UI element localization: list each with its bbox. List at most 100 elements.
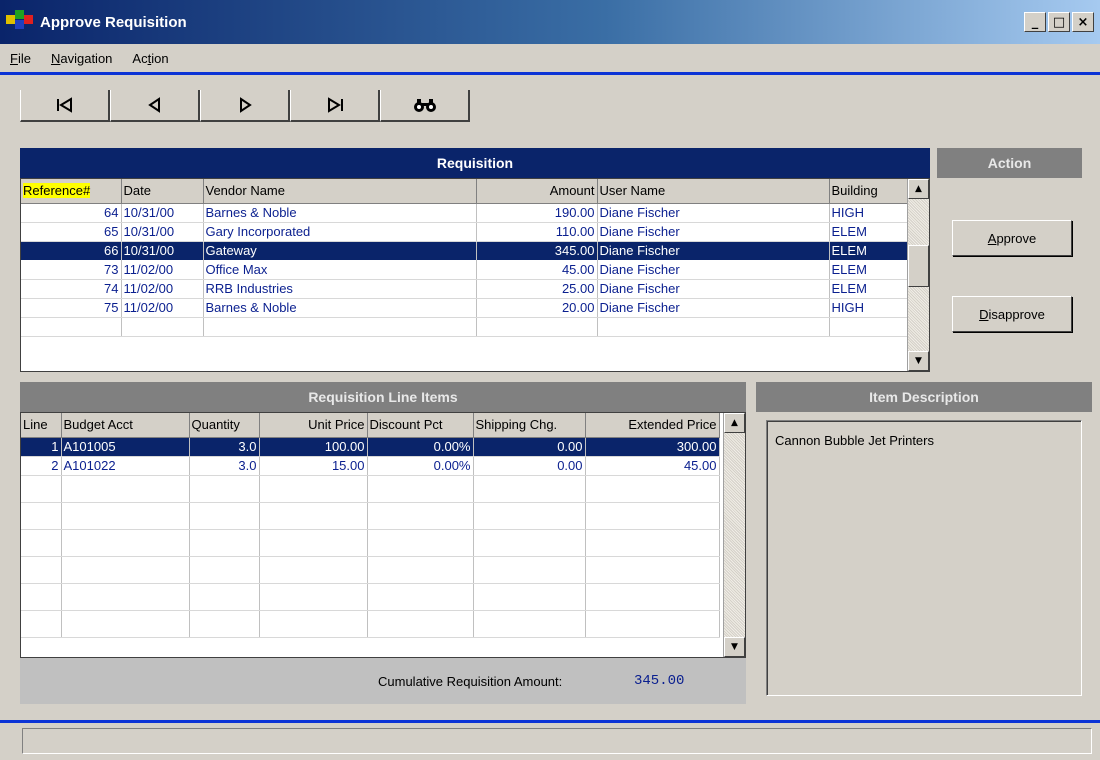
cell-vendor: RRB Industries <box>203 279 477 299</box>
column-header-user-name[interactable]: User Name <box>597 179 830 204</box>
cell-amount: 190.00 <box>476 203 598 223</box>
cell-budget-acct: A101022 <box>61 456 190 476</box>
action-header: Action <box>937 148 1082 178</box>
cell-date: 10/31/00 <box>121 203 204 223</box>
menu-action[interactable]: Action <box>132 51 168 66</box>
column-header-budget-acct[interactable]: Budget Acct <box>61 413 190 438</box>
line-items-grid: Line Budget Acct Quantity Unit Price Dis… <box>20 412 746 658</box>
cell-reference: 74 <box>21 279 122 299</box>
scroll-down-arrow-icon[interactable]: ▼ <box>908 351 929 371</box>
scroll-up-arrow-icon[interactable]: ▲ <box>908 179 929 199</box>
status-bar <box>22 728 1092 754</box>
cell-extended-price: 300.00 <box>585 437 720 457</box>
column-header-amount[interactable]: Amount <box>476 179 598 204</box>
cell-vendor: Office Max <box>203 260 477 280</box>
approve-button[interactable]: Approve <box>952 220 1072 256</box>
cell-user: Diane Fischer <box>597 298 830 318</box>
cell-building: ELEM <box>829 240 910 261</box>
requisition-row[interactable]: 74 11/02/00 RRB Industries 25.00 Diane F… <box>21 279 910 299</box>
item-description-header: Item Description <box>756 382 1092 412</box>
app-icon <box>4 7 34 37</box>
scroll-down-arrow-icon[interactable]: ▼ <box>724 637 745 657</box>
requisition-row[interactable]: 75 11/02/00 Barnes & Noble 20.00 Diane F… <box>21 298 910 318</box>
line-items-scrollbar[interactable]: ▲ ▼ <box>723 413 745 657</box>
column-header-shipping-chg[interactable]: Shipping Chg. <box>473 413 586 438</box>
column-header-reference[interactable]: Reference# <box>21 179 122 204</box>
next-record-button[interactable] <box>200 90 290 122</box>
cell-line: 1 <box>21 437 62 457</box>
cell-extended-price: 45.00 <box>585 456 720 476</box>
first-record-button[interactable] <box>20 90 110 122</box>
column-header-vendor-name[interactable]: Vendor Name <box>203 179 477 204</box>
cumulative-label: Cumulative Requisition Amount: <box>378 674 563 689</box>
cell-shipping-chg: 0.00 <box>473 456 586 476</box>
approve-requisition-window: Approve Requisition _ □ × File Navigatio… <box>0 0 1100 760</box>
line-items-header: Requisition Line Items <box>20 382 746 412</box>
disapprove-button[interactable]: Disapprove <box>952 296 1072 332</box>
requisition-grid: Reference# Date Vendor Name Amount User … <box>20 178 930 372</box>
line-item-row[interactable]: 2 A101022 3.0 15.00 0.00% 0.00 45.00 <box>21 456 720 476</box>
cell-building: ELEM <box>829 222 910 242</box>
column-header-building[interactable]: Building <box>829 179 910 204</box>
cell-user: Diane Fischer <box>597 279 830 299</box>
line-item-row-empty <box>21 502 720 530</box>
cell-user: Diane Fischer <box>597 222 830 242</box>
menu-file[interactable]: File <box>10 51 31 66</box>
last-record-button[interactable] <box>290 90 380 122</box>
line-item-row-empty <box>21 556 720 584</box>
requisition-row[interactable]: 64 10/31/00 Barnes & Noble 190.00 Diane … <box>21 203 910 223</box>
cumulative-value: 345.00 <box>634 673 685 689</box>
cell-building: HIGH <box>829 203 910 223</box>
column-header-extended-price[interactable]: Extended Price <box>585 413 720 438</box>
line-item-row-empty <box>21 583 720 611</box>
previous-record-button[interactable] <box>110 90 200 122</box>
minimize-button[interactable]: _ <box>1024 12 1046 32</box>
menu-navigation[interactable]: Navigation <box>51 51 112 66</box>
cell-vendor: Gateway <box>203 240 477 261</box>
column-header-discount-pct[interactable]: Discount Pct <box>367 413 474 438</box>
scroll-thumb[interactable] <box>908 245 929 287</box>
cell-building: ELEM <box>829 260 910 280</box>
window-title: Approve Requisition <box>40 13 187 31</box>
previous-record-icon <box>147 97 160 113</box>
cell-shipping-chg: 0.00 <box>473 437 586 457</box>
requisition-row[interactable]: 73 11/02/00 Office Max 45.00 Diane Fisch… <box>21 260 910 280</box>
item-description-text: Cannon Bubble Jet Printers <box>766 420 1082 696</box>
binoculars-icon <box>413 99 436 112</box>
cell-quantity: 3.0 <box>189 437 260 457</box>
next-record-icon <box>239 97 252 113</box>
requisition-row-selected[interactable]: 66 10/31/00 Gateway 345.00 Diane Fischer… <box>21 240 910 261</box>
cell-discount-pct: 0.00% <box>367 456 474 476</box>
cell-amount: 45.00 <box>476 260 598 280</box>
cell-date: 10/31/00 <box>121 222 204 242</box>
column-header-date[interactable]: Date <box>121 179 204 204</box>
cell-budget-acct: A101005 <box>61 437 190 457</box>
requisition-header: Requisition <box>20 148 930 178</box>
column-header-quantity[interactable]: Quantity <box>189 413 260 438</box>
cell-reference: 64 <box>21 203 122 223</box>
cell-reference: 75 <box>21 298 122 318</box>
column-header-unit-price[interactable]: Unit Price <box>259 413 368 438</box>
cell-quantity: 3.0 <box>189 456 260 476</box>
title-bar[interactable]: Approve Requisition _ □ × <box>0 0 1100 44</box>
cell-reference: 66 <box>21 240 122 261</box>
cell-amount: 25.00 <box>476 279 598 299</box>
cell-building: HIGH <box>829 298 910 318</box>
cell-user: Diane Fischer <box>597 203 830 223</box>
separator-bottom <box>0 720 1100 723</box>
scroll-up-arrow-icon[interactable]: ▲ <box>724 413 745 433</box>
find-button[interactable] <box>380 90 470 122</box>
maximize-button[interactable]: □ <box>1048 12 1070 32</box>
column-header-line[interactable]: Line <box>21 413 62 438</box>
close-button[interactable]: × <box>1072 12 1094 32</box>
requisition-row[interactable]: 65 10/31/00 Gary Incorporated 110.00 Dia… <box>21 222 910 242</box>
requisition-scrollbar[interactable]: ▲ ▼ <box>907 179 929 371</box>
cell-amount: 20.00 <box>476 298 598 318</box>
cell-discount-pct: 0.00% <box>367 437 474 457</box>
line-item-row-empty <box>21 610 720 638</box>
cell-unit-price: 15.00 <box>259 456 368 476</box>
cell-vendor: Barnes & Noble <box>203 298 477 318</box>
cell-date: 10/31/00 <box>121 240 204 261</box>
cell-line: 2 <box>21 456 62 476</box>
line-item-row-selected[interactable]: 1 A101005 3.0 100.00 0.00% 0.00 300.00 <box>21 437 720 457</box>
